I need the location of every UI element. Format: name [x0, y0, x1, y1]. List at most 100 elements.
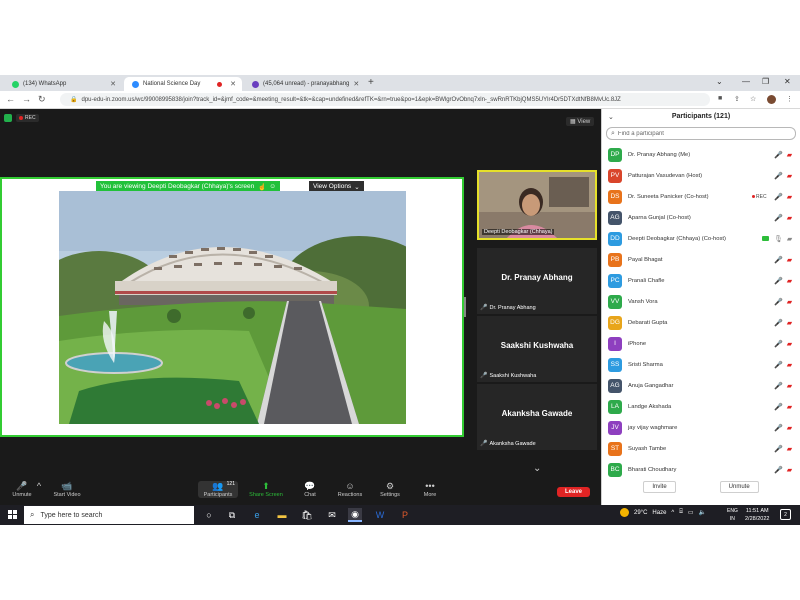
find-participant-input[interactable]: [617, 130, 788, 137]
invite-button[interactable]: Invite: [643, 481, 676, 493]
zoom-meeting: REC ▦ View You are viewing Deepti Deobag…: [0, 109, 800, 505]
participant-row[interactable]: DD Deepti Deobagkar (Chhaya) (Co-host) 🎙 ▰: [602, 228, 800, 249]
restore-icon[interactable]: ❐: [762, 77, 769, 86]
video-off-icon: ▰: [786, 424, 793, 432]
recording-badge: REC: [752, 194, 767, 200]
battery-icon[interactable]: ▭: [688, 509, 694, 516]
participant-avatar: DD: [608, 231, 622, 246]
participant-avatar: LA: [608, 399, 622, 414]
show-hidden-icons-icon[interactable]: ^: [671, 510, 674, 516]
participant-avatar: AG: [608, 378, 622, 393]
unmute-all-button[interactable]: Unmute: [719, 481, 759, 493]
menu-kebab-icon[interactable]: ⋮: [786, 95, 793, 103]
participant-row[interactable]: AG Aparna Gunjal (Co-host) 🎤 ▰: [602, 207, 800, 228]
back-icon[interactable]: ←: [6, 94, 15, 104]
notification-center-button[interactable]: 2: [780, 509, 791, 520]
chrome-icon[interactable]: ◉: [348, 508, 362, 522]
network-icon[interactable]: ⌸: [679, 509, 683, 516]
smile-icon: ☺: [269, 183, 276, 190]
participant-row[interactable]: JV jay vijay waghmare 🎤 ▰: [602, 417, 800, 438]
tab-whatsapp[interactable]: (134) WhatsApp ✕: [4, 77, 122, 91]
forward-icon[interactable]: →: [22, 94, 31, 104]
recording-dot-icon: [217, 81, 223, 87]
view-button[interactable]: ▦ View: [566, 117, 595, 126]
language-indicator[interactable]: ENG IN: [727, 507, 738, 523]
participant-row[interactable]: PC Pranali Chafle 🎤 ▰: [602, 270, 800, 291]
camera-blocked-icon[interactable]: ■: [718, 95, 722, 102]
reactions-button[interactable]: ☺ Reactions: [330, 481, 370, 498]
close-icon[interactable]: ✕: [110, 80, 116, 88]
search-icon: ⌕: [30, 510, 35, 519]
mail-app-icon[interactable]: ✉: [325, 508, 339, 522]
minimize-icon[interactable]: —: [742, 77, 750, 86]
lang-top: ENG: [727, 508, 738, 514]
bookmark-star-icon[interactable]: ☆: [750, 95, 756, 103]
taskbar-search-box[interactable]: ⌕ Type here to search: [24, 506, 194, 524]
word-icon[interactable]: W: [373, 508, 387, 522]
find-participant-field[interactable]: ⌕: [606, 127, 796, 140]
tab-search-icon[interactable]: ⌄: [716, 77, 723, 86]
participant-row[interactable]: IiPhone 🎤 ▰: [602, 333, 800, 354]
participant-avatar: AG: [608, 210, 622, 225]
participant-row[interactable]: VV Vansh Vora 🎤 ▰: [602, 291, 800, 312]
chevron-down-icon[interactable]: ⌄: [533, 463, 541, 474]
participant-status-icons: 🎤 ▰: [774, 403, 792, 411]
viewing-text: You are viewing Deepti Deobagkar (Chhaya…: [100, 183, 255, 190]
recording-badge-label: REC: [756, 193, 767, 200]
cortana-icon[interactable]: ○: [202, 508, 216, 522]
windows-start-icon[interactable]: [8, 510, 17, 519]
powerpoint-icon[interactable]: P: [398, 508, 412, 522]
participant-row[interactable]: PB Payal Bhagat 🎤 ▰: [602, 249, 800, 270]
participant-row[interactable]: BC Bharati Choudhary 🎤 ▰: [602, 459, 800, 480]
participant-row[interactable]: ST Suyash Tambe 🎤 ▰: [602, 438, 800, 459]
video-off-icon: ▰: [786, 466, 793, 474]
video-on-icon: ▰: [786, 235, 793, 243]
tab-mail[interactable]: (45,064 unread) - pranayabhang ✕: [244, 77, 362, 91]
store-icon[interactable]: 🛍: [300, 508, 314, 522]
mic-muted-icon: 🎤: [774, 424, 783, 432]
volume-icon[interactable]: 🔈: [699, 509, 706, 516]
close-icon[interactable]: ✕: [230, 80, 236, 88]
settings-button[interactable]: ⚙ Settings: [370, 481, 410, 498]
participant-row[interactable]: DP Dr. Pranay Abhang (Me) 🎤 ▰: [602, 144, 800, 165]
participant-row[interactable]: PV Patturajan Vasudevan (Host) 🎤 ▰: [602, 165, 800, 186]
security-shield-icon[interactable]: [4, 114, 12, 122]
participant-row[interactable]: DG Debarati Gupta 🎤 ▰: [602, 312, 800, 333]
participant-name: Patturajan Vasudevan (Host): [628, 172, 703, 179]
task-view-icon[interactable]: ⧉: [225, 508, 239, 522]
participant-status-icons: 🎤 ▰: [774, 319, 792, 327]
file-explorer-icon[interactable]: ▬: [275, 508, 289, 522]
video-tile-saakshi[interactable]: Saakshi Kushwaha 🎤 Saakshi Kushwaha: [477, 316, 597, 382]
reload-icon[interactable]: ↻: [38, 94, 46, 105]
audio-options-chevron[interactable]: ^: [34, 481, 44, 492]
participant-avatar: PB: [608, 252, 622, 267]
profile-avatar[interactable]: [767, 95, 776, 104]
video-tile-pranay[interactable]: Dr. Pranay Abhang 🎤 Dr. Pranay Abhang: [477, 248, 597, 314]
share-icon[interactable]: ⇪: [734, 95, 740, 103]
mail-icon: [252, 80, 259, 88]
video-tile-akanksha[interactable]: Akanksha Gawade 🎤 Akanksha Gawade: [477, 384, 597, 450]
start-video-button[interactable]: 📹 Start Video: [47, 481, 87, 498]
participant-row[interactable]: DS Dr. Suneeta Panicker (Co-host) REC 🎤 ▰: [602, 186, 800, 207]
participant-row[interactable]: LA Landge Akshada 🎤 ▰: [602, 396, 800, 417]
close-window-icon[interactable]: ✕: [784, 77, 791, 86]
leave-button[interactable]: Leave: [557, 487, 591, 497]
more-button[interactable]: ••• More: [410, 481, 450, 498]
new-tab-button[interactable]: +: [368, 77, 374, 88]
edge-icon[interactable]: e: [250, 508, 264, 522]
mic-muted-icon: 🎤: [774, 277, 783, 285]
participant-row[interactable]: SS Sristi Sharma 🎤 ▰: [602, 354, 800, 375]
taskbar-clock[interactable]: 11:51 AM 2/28/2022: [745, 507, 769, 523]
share-screen-button[interactable]: ⬆ Share Screen: [246, 481, 286, 498]
close-icon[interactable]: ✕: [353, 80, 359, 88]
participant-avatar: PV: [608, 168, 622, 183]
video-tile-deepti[interactable]: Deepti Deobagkar (Chhaya): [477, 170, 597, 240]
tab-national-science-day[interactable]: National Science Day ✕: [124, 77, 242, 91]
participant-row[interactable]: AG Anuja Gangadhar 🎤 ▰: [602, 375, 800, 396]
participants-button[interactable]: 👥 121 Participants: [198, 481, 238, 498]
url-field[interactable]: 🔒 dpu-edu-in.zoom.us/wc/99008995838/join…: [60, 93, 710, 106]
clock-time: 11:51 AM: [745, 508, 769, 514]
resize-handle[interactable]: [464, 297, 466, 317]
chat-button[interactable]: 💬 Chat: [290, 481, 330, 498]
video-off-icon: ▰: [786, 193, 793, 201]
